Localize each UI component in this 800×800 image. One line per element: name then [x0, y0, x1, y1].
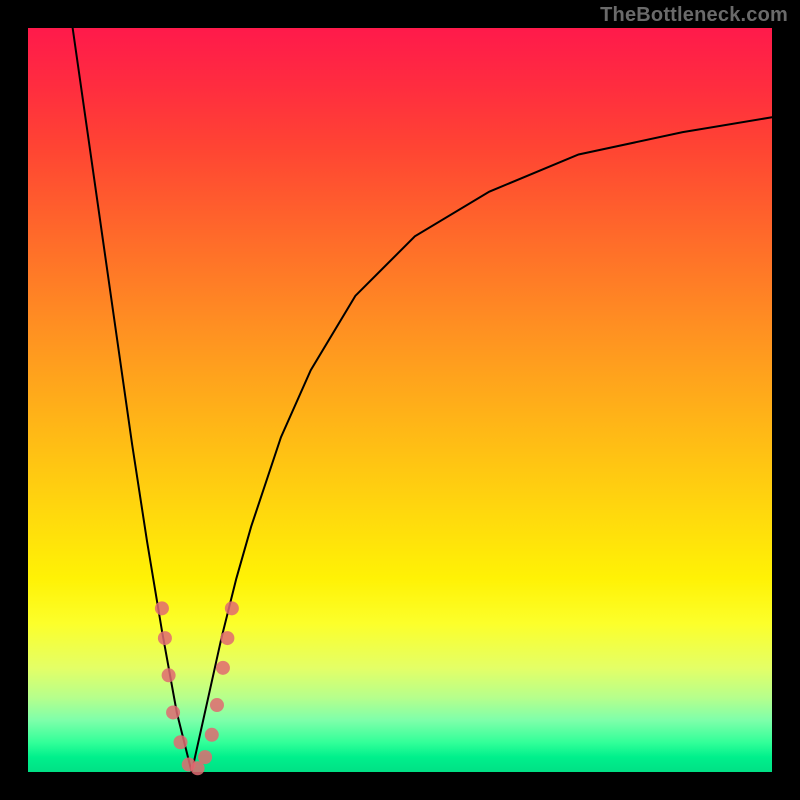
- marker-point: [216, 661, 230, 675]
- marker-point: [225, 601, 239, 615]
- curve-layer: [28, 28, 772, 772]
- marker-point: [166, 705, 180, 719]
- marker-point: [174, 735, 188, 749]
- chart-frame: TheBottleneck.com: [0, 0, 800, 800]
- watermark-text: TheBottleneck.com: [600, 4, 788, 27]
- marker-point: [210, 698, 224, 712]
- curve-left-branch: [73, 28, 192, 772]
- bottleneck-curve: [73, 28, 772, 772]
- marker-point: [158, 631, 172, 645]
- curve-right-branch: [192, 117, 772, 772]
- plot-area: [28, 28, 772, 772]
- marker-point: [220, 631, 234, 645]
- marker-point: [162, 668, 176, 682]
- marker-point: [198, 750, 212, 764]
- marker-point: [155, 601, 169, 615]
- marker-point: [205, 728, 219, 742]
